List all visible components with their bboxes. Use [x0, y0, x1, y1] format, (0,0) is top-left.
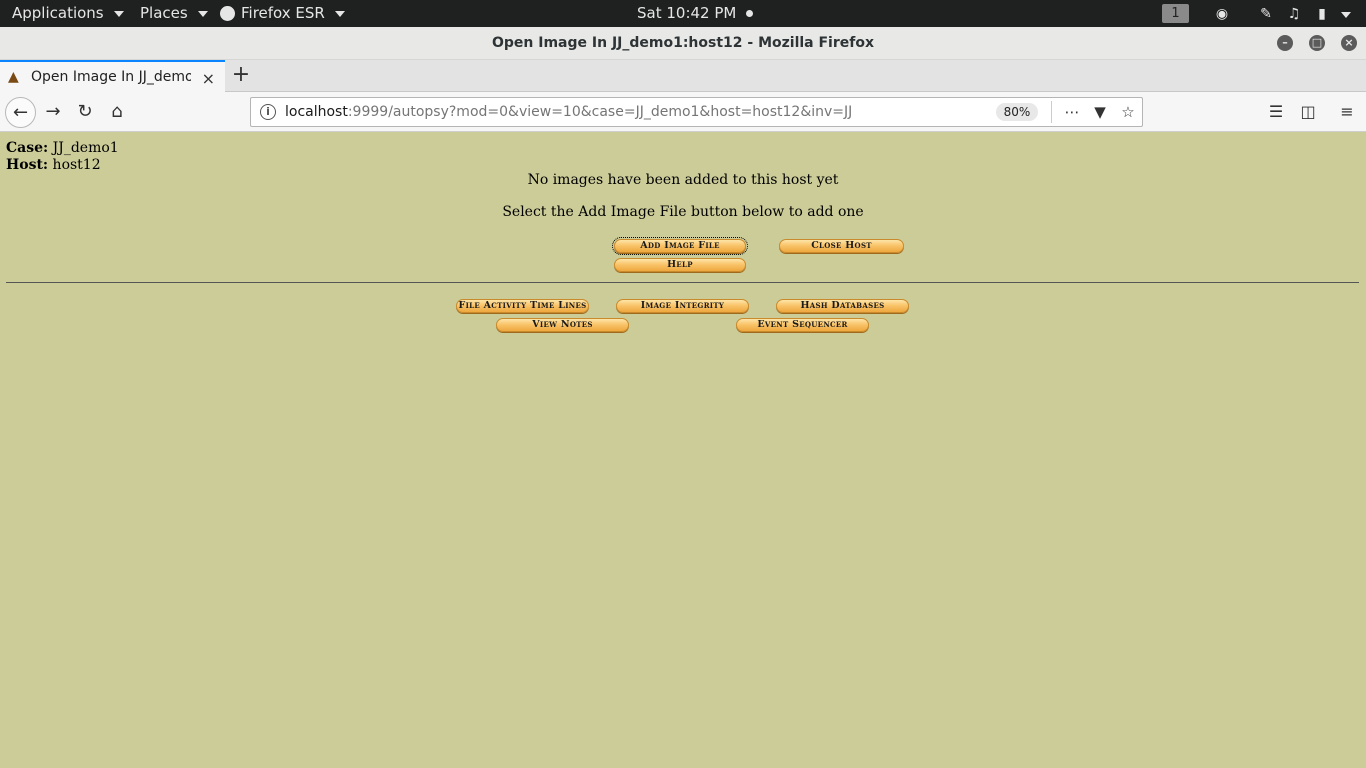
tab-label: Open Image In JJ_demo1 [31, 69, 191, 85]
firefox-label: Firefox ESR [241, 4, 325, 22]
battery-icon[interactable]: ▮ [1313, 5, 1331, 23]
gnome-top-bar: Applications Places Firefox ESR Sat 10:4… [0, 0, 1366, 27]
file-activity-time-lines-button[interactable]: File Activity Time Lines [456, 299, 589, 313]
chevron-down-icon [197, 10, 208, 17]
case-label: Case: [6, 140, 49, 156]
forward-button[interactable]: → [39, 98, 67, 126]
zoom-level-badge[interactable]: 80% [996, 103, 1038, 121]
reload-button[interactable]: ↻ [71, 98, 99, 126]
chevron-down-icon [113, 10, 124, 17]
close-host-button[interactable]: Close Host [779, 239, 904, 253]
applications-label: Applications [12, 4, 104, 22]
close-tab-icon[interactable]: × [202, 69, 215, 88]
system-menu-chevron-icon[interactable] [1337, 5, 1355, 23]
back-button[interactable]: ← [5, 97, 36, 128]
autopsy-dog-icon: ▲ [8, 69, 19, 85]
firefox-app-menu[interactable]: Firefox ESR [220, 0, 345, 27]
workspace-indicator[interactable]: 1 [1162, 4, 1189, 23]
video-camera-icon[interactable]: ◉ [1213, 5, 1231, 23]
chevron-down-icon [334, 10, 345, 17]
notification-dot-icon [746, 10, 754, 17]
firefox-icon [220, 6, 235, 21]
url-text[interactable]: localhost:9999/autopsy?mod=0&view=10&cas… [285, 98, 852, 126]
url-host: localhost [285, 104, 348, 120]
minimize-icon[interactable]: – [1277, 35, 1293, 51]
page-actions-icon[interactable]: ⋯ [1061, 101, 1083, 123]
no-images-message: No images have been added to this host y… [527, 172, 839, 188]
url-bar[interactable]: i localhost:9999/autopsy?mod=0&view=10&c… [250, 97, 1143, 127]
view-notes-button[interactable]: View Notes [496, 318, 629, 332]
info-icon[interactable]: i [260, 104, 276, 120]
tab-strip: ▲ Open Image In JJ_demo1 × + [0, 60, 1366, 92]
pen-icon[interactable]: ✎ [1257, 5, 1275, 23]
add-image-file-button[interactable]: Add Image File [612, 237, 748, 255]
close-window-icon[interactable]: × [1341, 35, 1357, 51]
window-title-bar: Open Image In JJ_demo1:host12 - Mozilla … [0, 27, 1366, 60]
case-value: JJ_demo1 [52, 140, 119, 156]
host-value: host12 [52, 157, 101, 173]
volume-icon[interactable]: ♫ [1285, 5, 1303, 23]
navigation-toolbar: ← → ↻ ⌂ i localhost:9999/autopsy?mod=0&v… [0, 92, 1366, 132]
hash-databases-button[interactable]: Hash Databases [776, 299, 909, 313]
event-sequencer-button[interactable]: Event Sequencer [736, 318, 869, 332]
horizontal-divider [6, 282, 1359, 283]
page-content: Case: JJ_demo1 Host: host12 No images ha… [0, 132, 1366, 768]
case-host-info: Case: JJ_demo1 Host: host12 [6, 140, 119, 174]
help-button[interactable]: Help [614, 258, 746, 272]
window-title: Open Image In JJ_demo1:host12 - Mozilla … [492, 35, 874, 51]
clock-text: Sat 10:42 PM [637, 4, 737, 22]
image-integrity-button[interactable]: Image Integrity [616, 299, 749, 313]
url-divider [1051, 101, 1052, 123]
clock[interactable]: Sat 10:42 PM [637, 0, 754, 27]
places-label: Places [140, 4, 188, 22]
url-path: :9999/autopsy?mod=0&view=10&case=JJ_demo… [347, 104, 853, 120]
sidebar-icon[interactable]: ◫ [1296, 100, 1320, 124]
host-label: Host: [6, 157, 49, 173]
tab-active[interactable]: ▲ Open Image In JJ_demo1 × [0, 60, 225, 92]
applications-menu[interactable]: Applications [12, 0, 124, 27]
pocket-icon[interactable]: ▼ [1089, 101, 1111, 123]
home-button[interactable]: ⌂ [103, 98, 131, 126]
new-tab-button[interactable]: + [230, 61, 252, 91]
places-menu[interactable]: Places [140, 0, 208, 27]
hamburger-menu-icon[interactable]: ≡ [1335, 100, 1359, 124]
maximize-icon[interactable]: □ [1309, 35, 1325, 51]
library-icon[interactable]: ☰ [1264, 100, 1288, 124]
bookmark-star-icon[interactable]: ☆ [1117, 101, 1139, 123]
add-image-hint: Select the Add Image File button below t… [502, 204, 864, 220]
